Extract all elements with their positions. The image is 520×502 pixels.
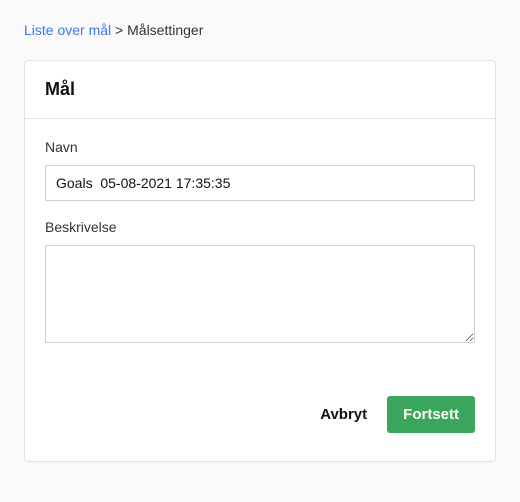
name-label: Navn [45, 139, 475, 155]
breadcrumb-separator: > [115, 22, 123, 38]
card-title: Mål [45, 79, 475, 100]
form-group-description: Beskrivelse [45, 219, 475, 346]
goal-form-card: Mål Navn Beskrivelse Avbryt Fortsett [24, 60, 496, 462]
card-header: Mål [25, 61, 495, 119]
breadcrumb-link-list[interactable]: Liste over mål [24, 22, 111, 38]
breadcrumb: Liste over mål > Målsettinger [24, 22, 496, 38]
description-label: Beskrivelse [45, 219, 475, 235]
form-group-name: Navn [45, 139, 475, 201]
continue-button[interactable]: Fortsett [387, 396, 475, 433]
description-textarea[interactable] [45, 245, 475, 343]
cancel-button[interactable]: Avbryt [316, 398, 371, 431]
breadcrumb-current: Målsettinger [127, 22, 203, 38]
card-footer: Avbryt Fortsett [25, 374, 495, 461]
card-body: Navn Beskrivelse [25, 119, 495, 374]
name-input[interactable] [45, 165, 475, 201]
